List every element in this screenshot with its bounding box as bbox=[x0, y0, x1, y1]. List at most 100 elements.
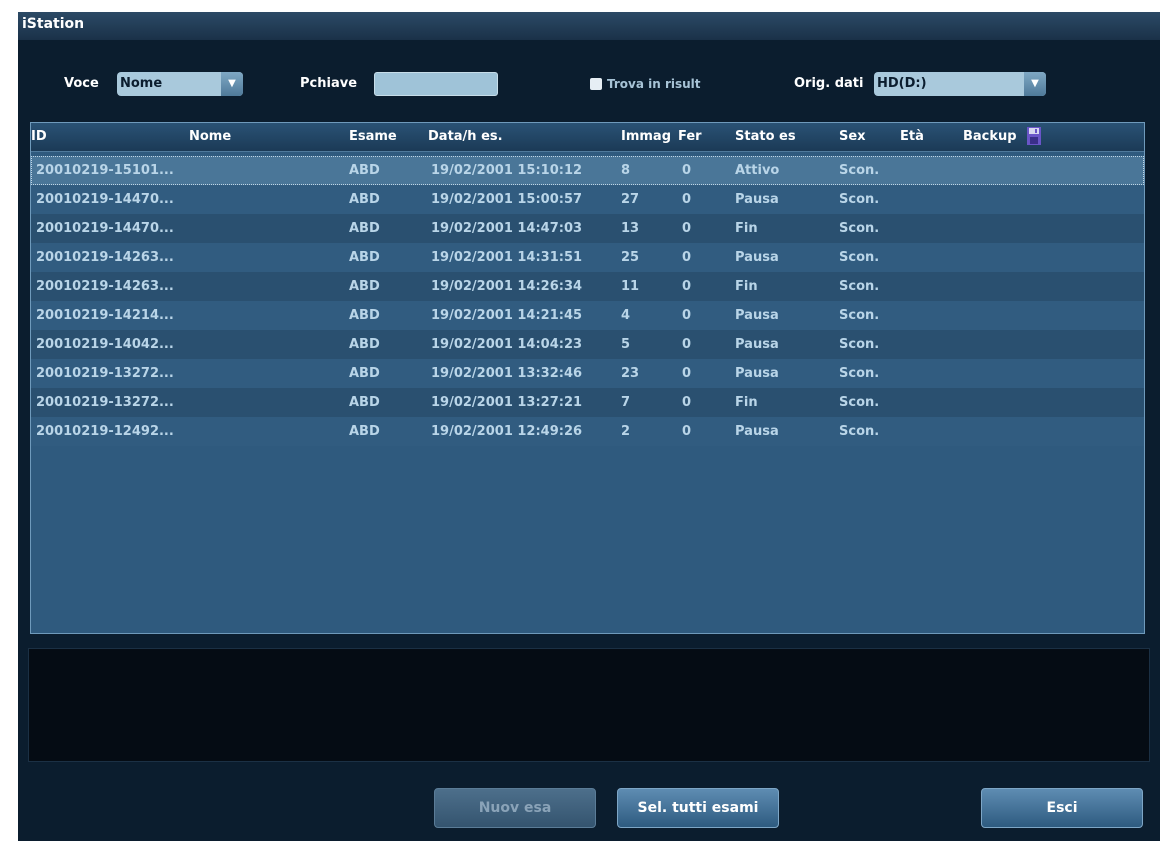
search-bar: Voce Nome ▼ Pchiave Trova in risult Orig… bbox=[18, 70, 1160, 102]
cell-stato: Pausa bbox=[735, 250, 779, 265]
orig-dati-label: Orig. dati bbox=[794, 76, 864, 91]
cell-esame: ABD bbox=[349, 366, 380, 381]
col-fer[interactable]: Fer bbox=[678, 123, 702, 151]
cell-immag: 4 bbox=[621, 308, 631, 323]
cell-stato: Fin bbox=[735, 279, 758, 294]
table-row[interactable]: 20010219-15101... ABD 19/02/2001 15:10:12 8… bbox=[31, 156, 1144, 185]
cell-sex: Scon. bbox=[839, 192, 880, 207]
cell-fer: 0 bbox=[682, 163, 692, 178]
cell-fer: 0 bbox=[682, 395, 692, 410]
trova-label: Trova in risult bbox=[607, 77, 701, 91]
orig-dati-value: HD(D:) bbox=[877, 76, 927, 91]
cell-fer: 0 bbox=[682, 192, 692, 207]
table-row[interactable]: 20010219-13272... ABD 19/02/2001 13:32:46 2… bbox=[31, 359, 1144, 388]
exam-info-panel bbox=[28, 648, 1150, 762]
cell-data: 19/02/2001 13:27:21 bbox=[431, 395, 583, 410]
cell-fer: 0 bbox=[682, 250, 692, 265]
table-row[interactable]: 20010219-14470... ABD 19/02/2001 14:47:03 1… bbox=[31, 214, 1144, 243]
cell-data: 19/02/2001 14:31:51 bbox=[431, 250, 583, 265]
table-row[interactable]: 20010219-14042... ABD 19/02/2001 14:04:23 5… bbox=[31, 330, 1144, 359]
cell-immag: 5 bbox=[621, 337, 631, 352]
table-row[interactable]: 20010219-14470... ABD 19/02/2001 15:00:57 2… bbox=[31, 185, 1144, 214]
cell-stato: Pausa bbox=[735, 366, 779, 381]
cell-immag: 25 bbox=[621, 250, 640, 265]
cell-sex: Scon. bbox=[839, 221, 880, 236]
sel-tutti-esami-button[interactable]: Sel. tutti esami bbox=[617, 788, 779, 828]
col-nome[interactable]: Nome bbox=[189, 123, 231, 151]
cell-immag: 11 bbox=[621, 279, 640, 294]
cell-immag: 13 bbox=[621, 221, 640, 236]
orig-dati-select[interactable]: HD(D:) ▼ bbox=[874, 72, 1046, 96]
cell-stato: Attivo bbox=[735, 163, 780, 178]
cell-data: 19/02/2001 14:21:45 bbox=[431, 308, 583, 323]
cell-data: 19/02/2001 15:10:12 bbox=[431, 163, 583, 178]
table-header: ID Nome Esame Data/h es. Immag Fer Stato… bbox=[31, 123, 1144, 152]
table-row[interactable]: 20010219-14263... ABD 19/02/2001 14:26:34 1… bbox=[31, 272, 1144, 301]
pchiave-input[interactable] bbox=[374, 72, 498, 96]
nuov-esa-button[interactable]: Nuov esa bbox=[434, 788, 596, 828]
cell-data: 19/02/2001 14:04:23 bbox=[431, 337, 583, 352]
cell-data: 19/02/2001 12:49:26 bbox=[431, 424, 583, 439]
table-row[interactable]: 20010219-14214... ABD 19/02/2001 14:21:45 4… bbox=[31, 301, 1144, 330]
col-esame[interactable]: Esame bbox=[349, 123, 397, 151]
cell-id: 20010219-14470... bbox=[36, 192, 174, 207]
exam-table: ID Nome Esame Data/h es. Immag Fer Stato… bbox=[30, 122, 1145, 634]
istation-window: iStation Voce Nome ▼ Pchiave Trova in ri… bbox=[18, 12, 1160, 841]
cell-fer: 0 bbox=[682, 337, 692, 352]
cell-stato: Pausa bbox=[735, 308, 779, 323]
cell-esame: ABD bbox=[349, 163, 380, 178]
cell-stato: Fin bbox=[735, 221, 758, 236]
cell-fer: 0 bbox=[682, 279, 692, 294]
cell-stato: Fin bbox=[735, 395, 758, 410]
cell-esame: ABD bbox=[349, 337, 380, 352]
cell-fer: 0 bbox=[682, 308, 692, 323]
cell-id: 20010219-12492... bbox=[36, 424, 174, 439]
col-backup[interactable]: Backup bbox=[963, 123, 1017, 151]
trova-checkbox[interactable] bbox=[590, 78, 602, 90]
col-id[interactable]: ID bbox=[31, 123, 47, 151]
cell-sex: Scon. bbox=[839, 279, 880, 294]
table-row[interactable]: 20010219-12492... ABD 19/02/2001 12:49:26 2… bbox=[31, 417, 1144, 446]
cell-id: 20010219-13272... bbox=[36, 366, 174, 381]
table-body: 20010219-15101... ABD 19/02/2001 15:10:12 8… bbox=[31, 156, 1144, 446]
col-eta[interactable]: Età bbox=[900, 123, 924, 151]
chevron-down-icon[interactable]: ▼ bbox=[221, 72, 243, 96]
cell-id: 20010219-14470... bbox=[36, 221, 174, 236]
cell-id: 20010219-14042... bbox=[36, 337, 174, 352]
cell-data: 19/02/2001 14:26:34 bbox=[431, 279, 583, 294]
cell-id: 20010219-14263... bbox=[36, 279, 174, 294]
cell-immag: 2 bbox=[621, 424, 631, 439]
cell-id: 20010219-14263... bbox=[36, 250, 174, 265]
cell-esame: ABD bbox=[349, 395, 380, 410]
table-row[interactable]: 20010219-14263... ABD 19/02/2001 14:31:51 2… bbox=[31, 243, 1144, 272]
voce-select[interactable]: Nome ▼ bbox=[117, 72, 243, 96]
cell-immag: 7 bbox=[621, 395, 631, 410]
cell-id: 20010219-13272... bbox=[36, 395, 174, 410]
voce-label: Voce bbox=[64, 76, 99, 91]
cell-esame: ABD bbox=[349, 424, 380, 439]
cell-stato: Pausa bbox=[735, 192, 779, 207]
pchiave-label: Pchiave bbox=[300, 76, 358, 91]
cell-immag: 8 bbox=[621, 163, 631, 178]
cell-immag: 23 bbox=[621, 366, 640, 381]
window-title: iStation bbox=[18, 12, 1160, 40]
cell-data: 19/02/2001 14:47:03 bbox=[431, 221, 583, 236]
table-row[interactable]: 20010219-13272... ABD 19/02/2001 13:27:21 7… bbox=[31, 388, 1144, 417]
cell-sex: Scon. bbox=[839, 337, 880, 352]
cell-sex: Scon. bbox=[839, 163, 880, 178]
cell-immag: 27 bbox=[621, 192, 640, 207]
cell-esame: ABD bbox=[349, 221, 380, 236]
col-immag[interactable]: Immag bbox=[621, 123, 671, 151]
col-stato[interactable]: Stato es bbox=[735, 123, 796, 151]
cell-sex: Scon. bbox=[839, 250, 880, 265]
floppy-disk-icon bbox=[1027, 127, 1041, 145]
esci-button[interactable]: Esci bbox=[981, 788, 1143, 828]
chevron-down-icon[interactable]: ▼ bbox=[1024, 72, 1046, 96]
cell-sex: Scon. bbox=[839, 395, 880, 410]
cell-esame: ABD bbox=[349, 308, 380, 323]
col-data[interactable]: Data/h es. bbox=[428, 123, 503, 151]
cell-stato: Pausa bbox=[735, 424, 779, 439]
cell-fer: 0 bbox=[682, 221, 692, 236]
cell-data: 19/02/2001 15:00:57 bbox=[431, 192, 583, 207]
col-sex[interactable]: Sex bbox=[839, 123, 866, 151]
